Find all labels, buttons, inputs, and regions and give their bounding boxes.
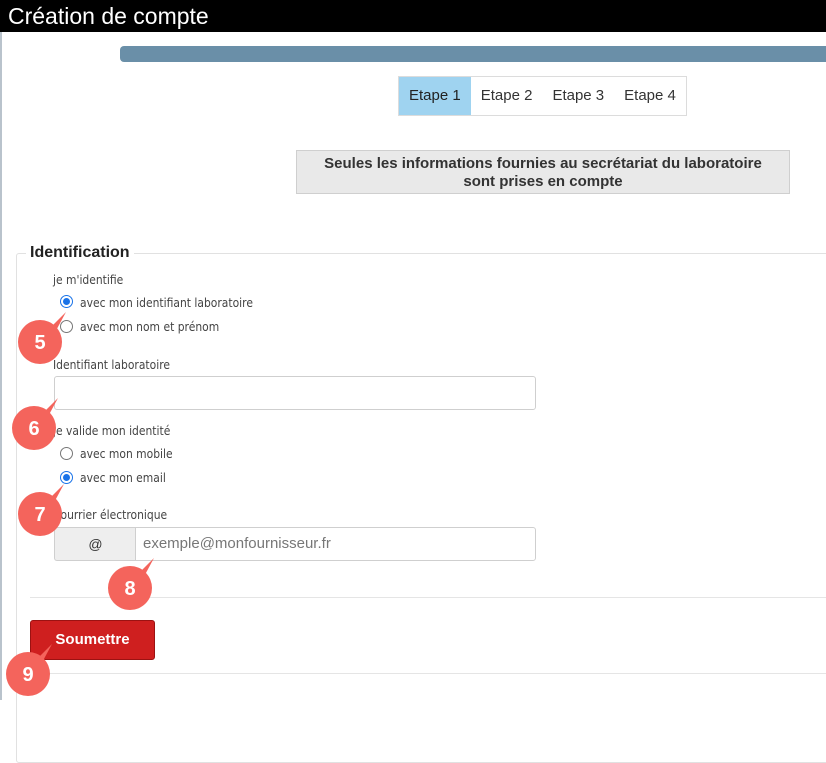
info-notice: Seules les informations fournies au secr… [296,150,790,194]
tab-step-2[interactable]: Etape 2 [471,77,543,115]
identify-label: je m'identifie [53,272,124,287]
marker-9-label: 9 [22,664,33,686]
progress-bar [120,46,826,62]
notice-line-2: sont prises en compte [463,173,623,190]
annotation-marker-6: 6 [12,398,58,450]
tab-step-4[interactable]: Etape 4 [614,77,686,115]
divider-bottom [30,673,826,674]
lab-id-input[interactable] [54,376,536,410]
radio-email-label[interactable]: avec mon email [80,470,166,485]
identification-legend: Identification [26,244,134,262]
annotation-marker-5: 5 [18,312,66,364]
radio-lab-id[interactable] [60,295,73,308]
left-border [0,32,2,700]
lab-id-label: Identifiant laboratoire [53,357,170,372]
annotation-marker-8: 8 [108,558,154,610]
radio-mobile-label[interactable]: avec mon mobile [80,446,173,461]
marker-6-label: 6 [28,418,39,440]
annotation-marker-7: 7 [18,484,64,536]
marker-7-label: 7 [34,504,45,526]
email-label: Courrier électronique [53,507,168,522]
step-tabs: Etape 1 Etape 2 Etape 3 Etape 4 [398,76,687,116]
validate-label: je valide mon identité [53,423,171,438]
annotation-marker-9: 9 [6,644,52,696]
radio-lab-id-label[interactable]: avec mon identifiant laboratoire [80,295,253,310]
tab-step-1[interactable]: Etape 1 [399,77,471,115]
radio-name-label[interactable]: avec mon nom et prénom [80,319,219,334]
notice-line-1: Seules les informations fournies au secr… [324,155,762,172]
marker-8-label: 8 [124,578,135,600]
tab-step-3[interactable]: Etape 3 [542,77,614,115]
window-title: Création de compte [0,0,826,32]
marker-5-label: 5 [34,332,45,354]
email-input[interactable]: exemple@monfournisseur.fr [135,527,536,561]
